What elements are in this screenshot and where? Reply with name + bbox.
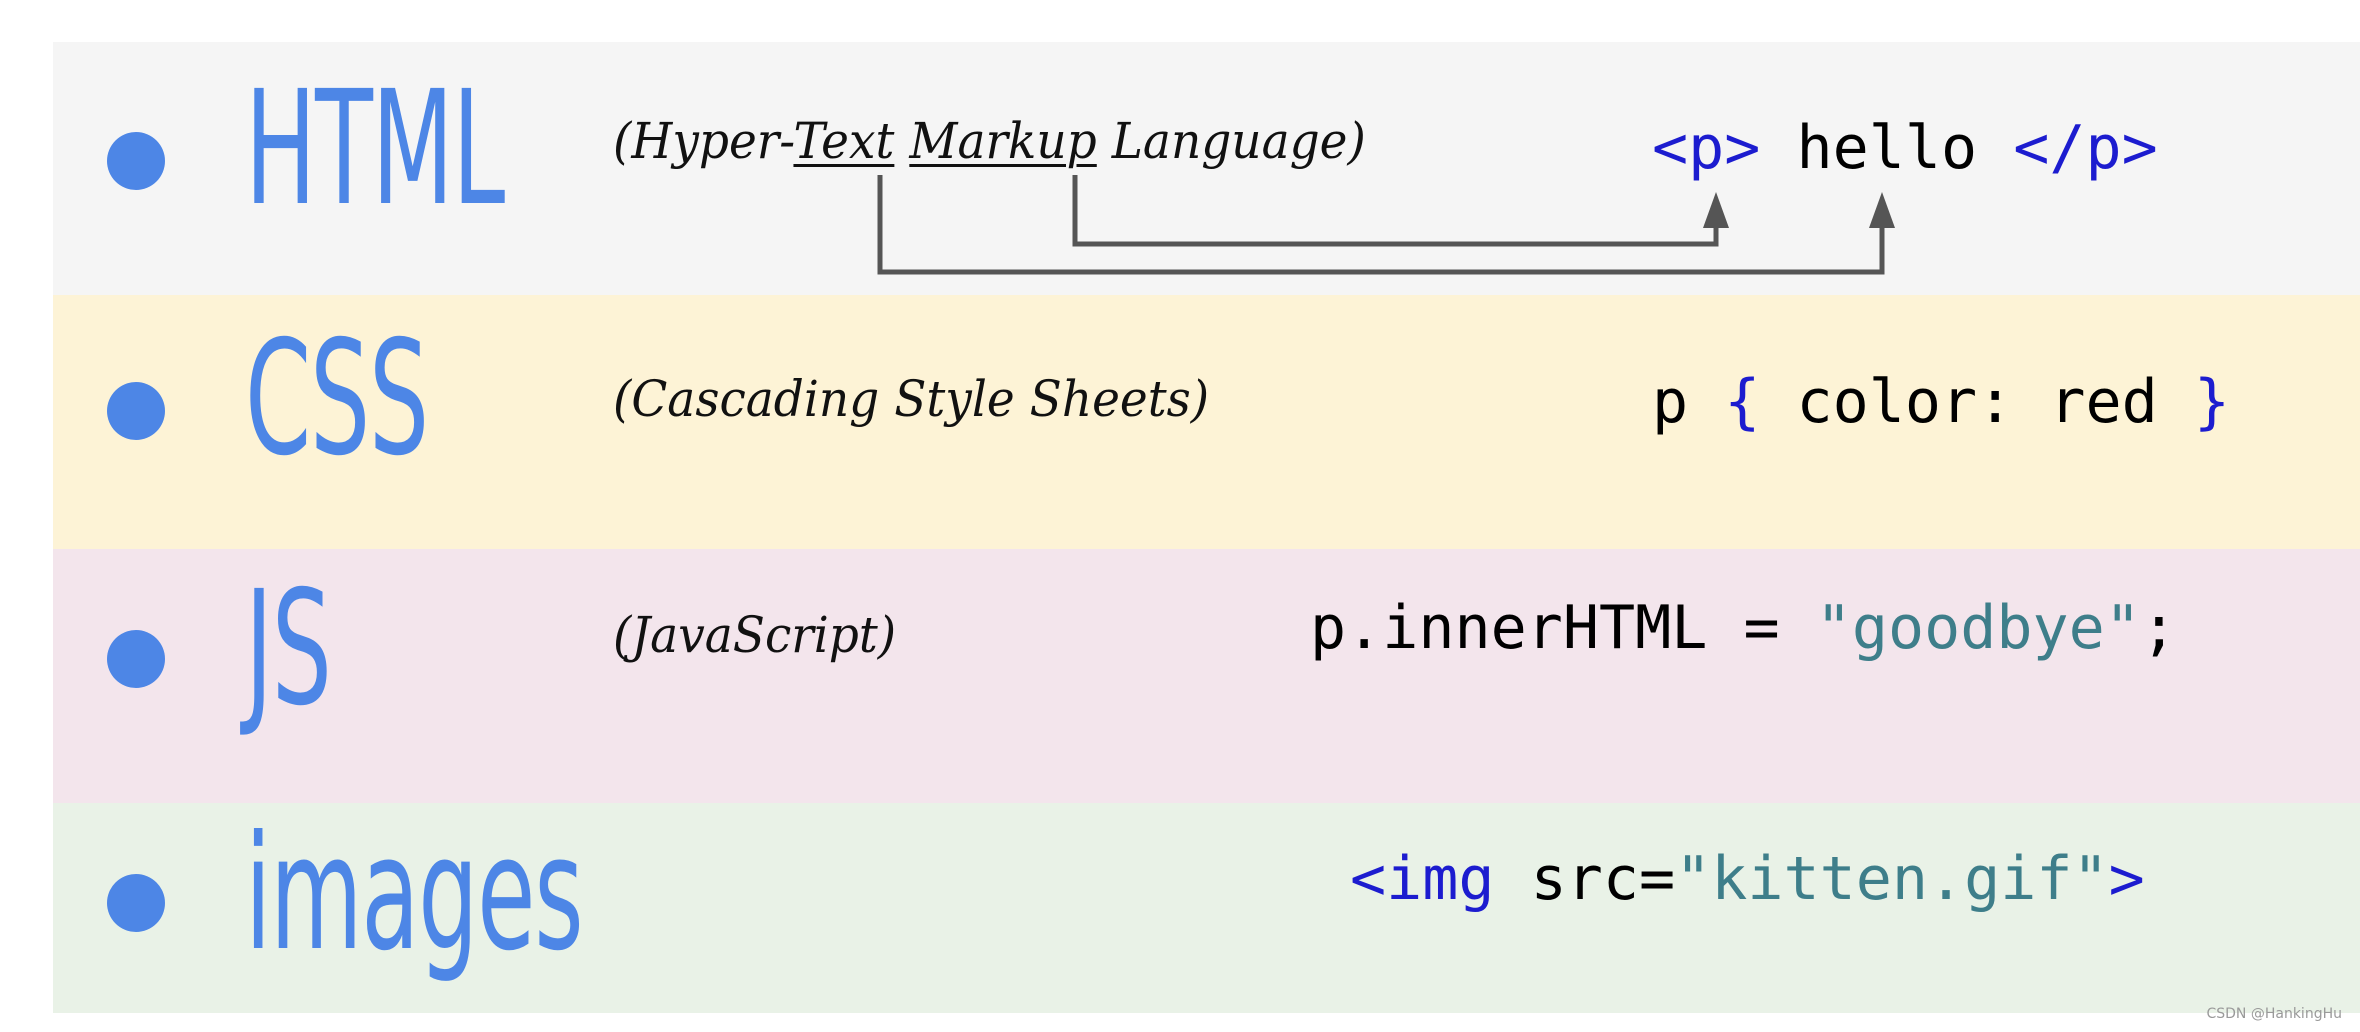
html-code: <p> hello </p> xyxy=(1652,113,2158,183)
css-expansion: (Cascading Style Sheets) xyxy=(613,370,1210,428)
css-term: CSS xyxy=(245,307,429,491)
watermark: CSDN @HankingHu xyxy=(2206,1006,2342,1022)
html-bullet-icon xyxy=(107,132,165,190)
js-bullet-icon xyxy=(107,630,165,688)
html-term: HTML xyxy=(245,57,505,241)
js-code: p.innerHTML = "goodbye"; xyxy=(1310,593,2177,663)
css-bullet-icon xyxy=(107,382,165,440)
js-row xyxy=(53,549,2360,803)
markup-underlined: Markup xyxy=(909,112,1097,170)
js-term: JS xyxy=(245,557,332,741)
images-term: images xyxy=(245,802,584,986)
js-expansion: (JavaScript) xyxy=(613,606,897,664)
images-code: <img src="kitten.gif"> xyxy=(1350,844,2145,914)
css-code: p { color: red } xyxy=(1652,367,2230,437)
html-expansion: (Hyper-Text Markup Language) xyxy=(613,112,1366,170)
images-bullet-icon xyxy=(107,874,165,932)
text-underlined: Text xyxy=(793,112,895,170)
